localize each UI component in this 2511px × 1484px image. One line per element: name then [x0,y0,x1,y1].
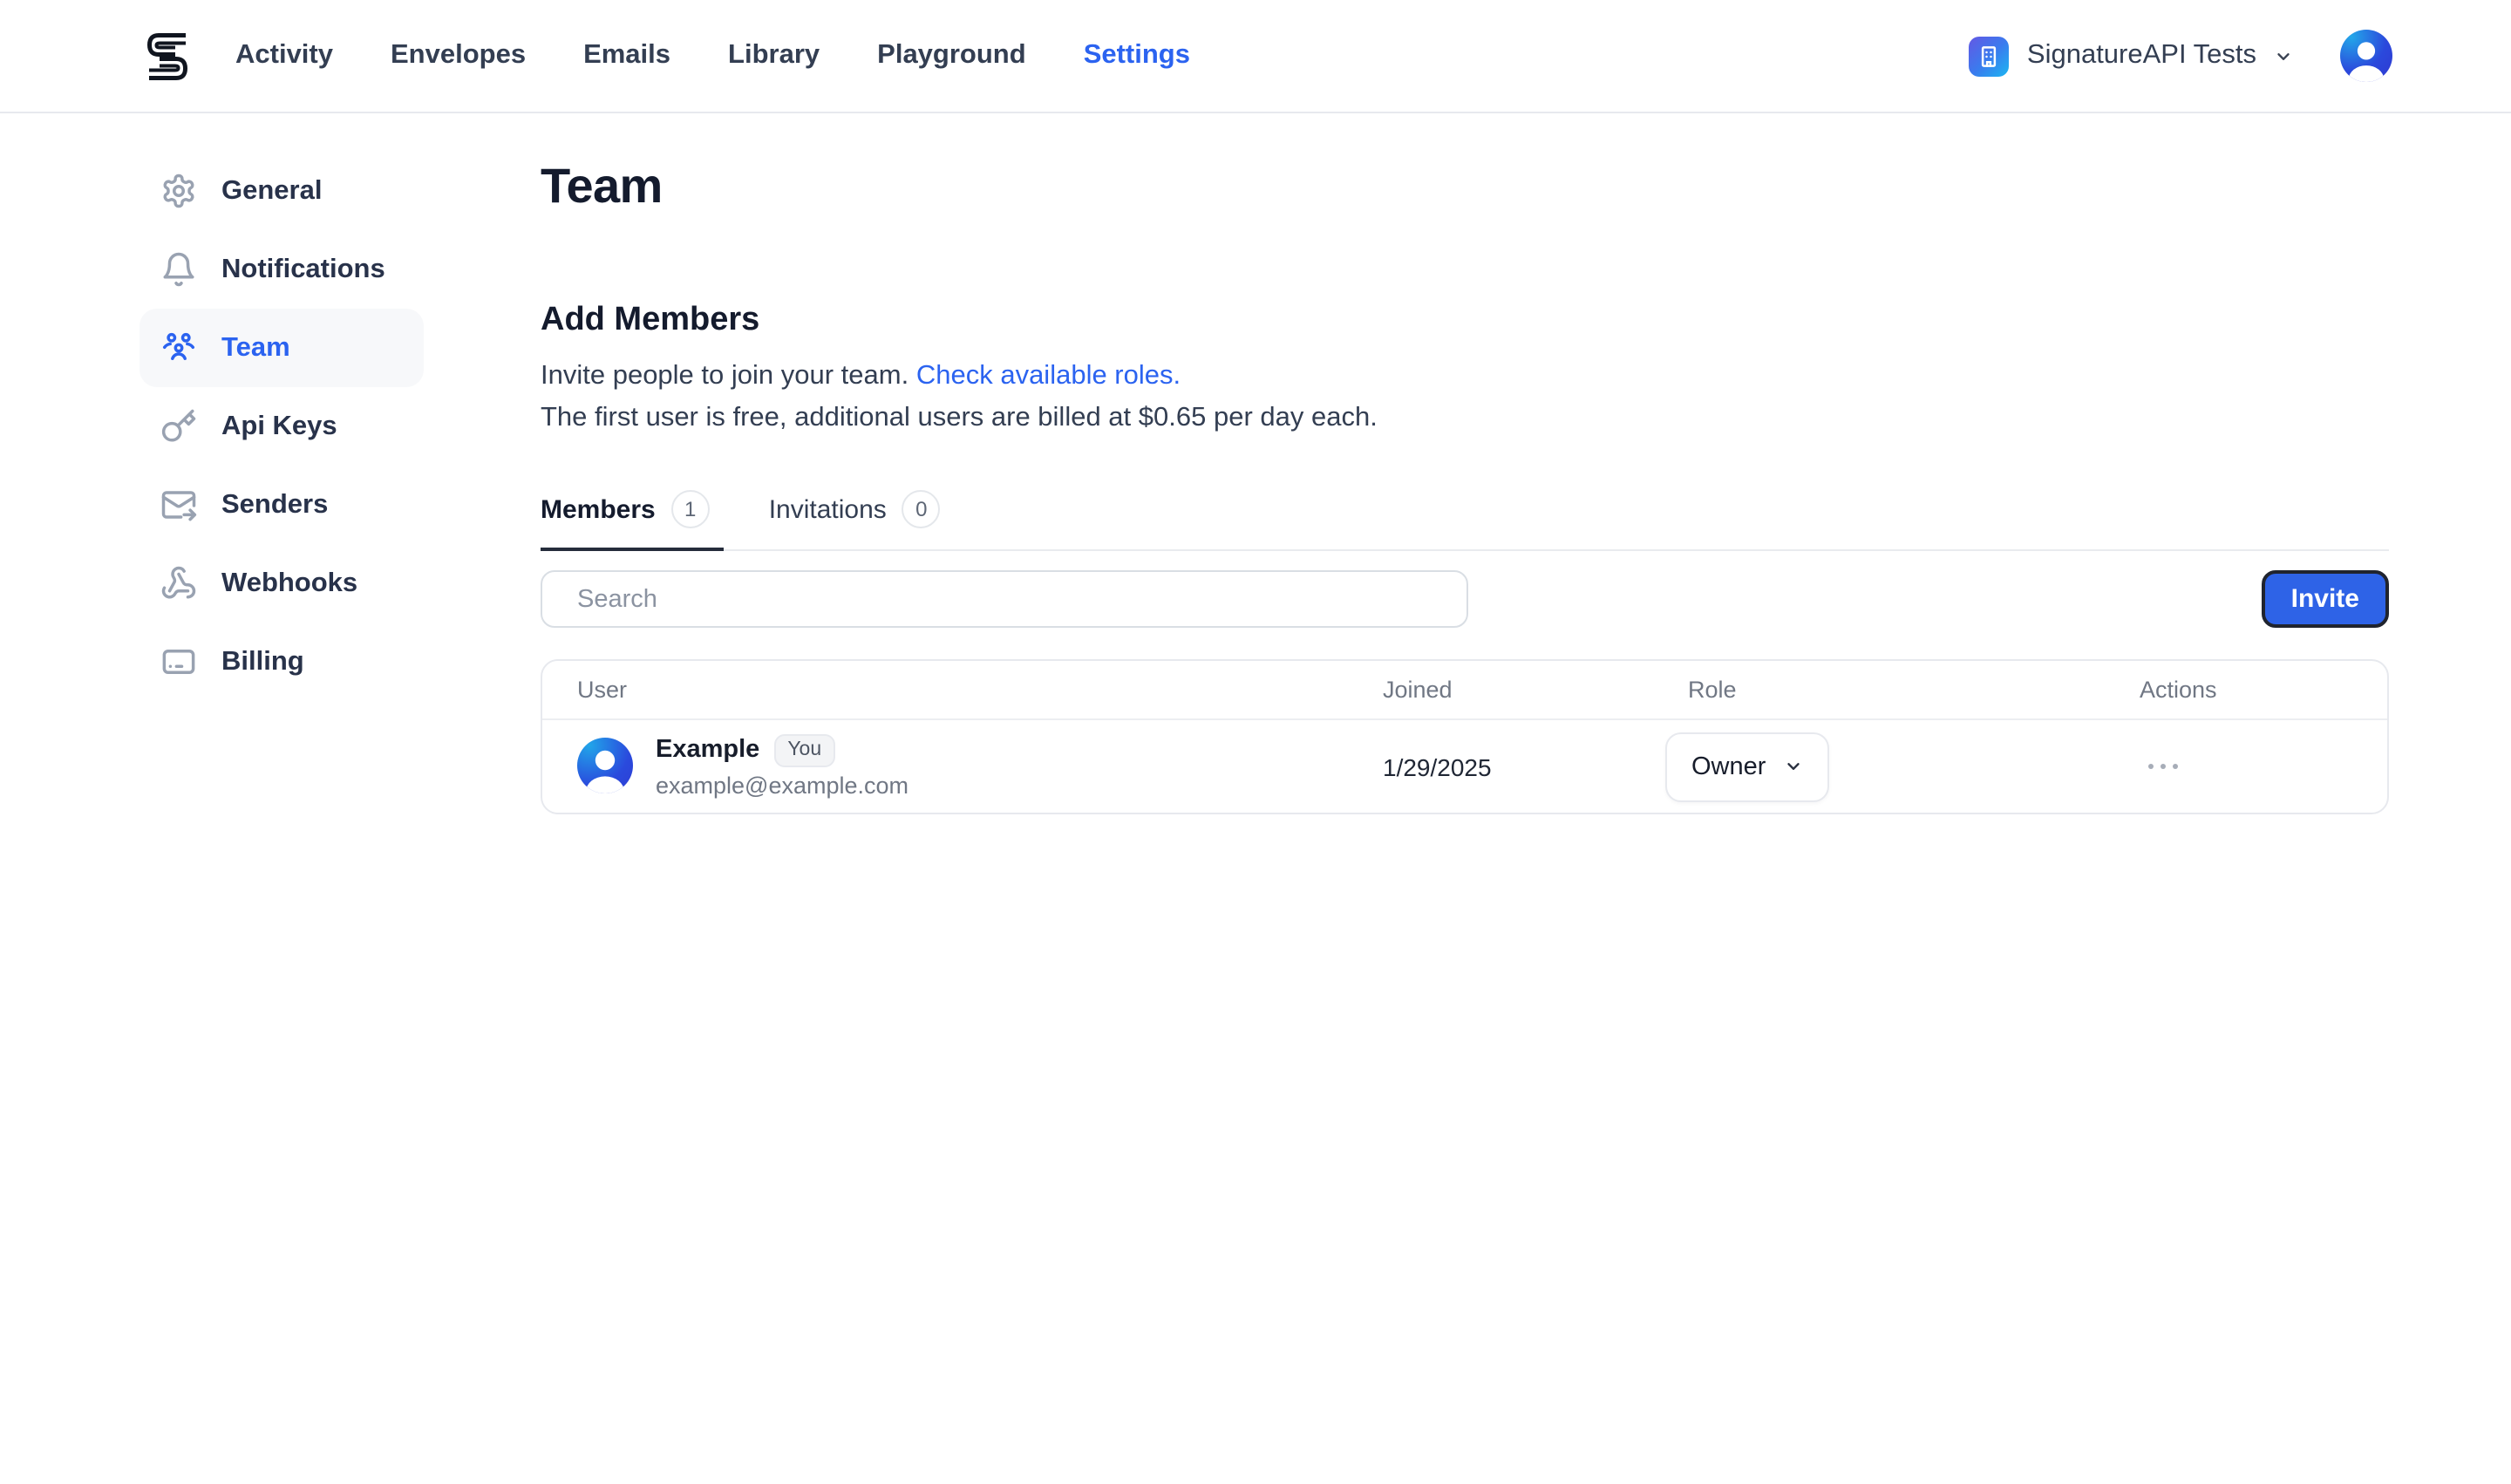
sidebar-item-webhooks[interactable]: Webhooks [140,544,424,623]
add-members-heading: Add Members [541,302,2389,340]
app-window: Activity Envelopes Emails Library Playgr… [0,0,2511,1484]
settings-sidebar: General Notifications Team Api Keys Send… [140,113,424,814]
users-icon [160,330,197,366]
sidebar-label: General [221,175,322,207]
mail-send-icon [160,487,197,523]
you-badge: You [773,733,835,768]
ellipsis-icon [2148,764,2154,769]
sidebar-label: Team [221,332,290,364]
sidebar-item-team[interactable]: Team [140,309,424,387]
member-avatar [577,739,633,794]
user-cell: Example You example@example.com [577,733,1383,800]
bell-icon [160,251,197,288]
row-actions-button[interactable] [2140,764,2387,769]
tab-invitations-label: Invitations [769,494,887,524]
nav-item-activity[interactable]: Activity [235,40,333,71]
tab-members-label: Members [541,494,656,524]
chevron-down-icon [1783,757,1802,776]
nav-item-emails[interactable]: Emails [583,40,670,71]
check-roles-link[interactable]: Check available roles. [916,361,1181,391]
chevron-down-icon [2274,46,2293,65]
gear-icon [160,173,197,209]
sidebar-label: Api Keys [221,411,337,442]
member-name-line: Example You [656,733,908,768]
top-navigation-bar: Activity Envelopes Emails Library Playgr… [0,0,2511,113]
role-cell: Owner [1688,732,2140,801]
sidebar-item-notifications[interactable]: Notifications [140,230,424,309]
sidebar-label: Billing [221,646,304,677]
table-row: Example You example@example.com 1/29/202… [542,720,2387,813]
tab-members[interactable]: Members 1 [541,490,724,549]
role-select[interactable]: Owner [1665,732,1828,801]
topbar-right: SignatureAPI Tests [1970,30,2392,82]
sidebar-item-api-keys[interactable]: Api Keys [140,387,424,466]
main-nav: Activity Envelopes Emails Library Playgr… [235,40,1190,71]
members-tabs: Members 1 Invitations 0 [541,490,2389,551]
page-content: General Notifications Team Api Keys Send… [0,113,2511,814]
member-email: example@example.com [656,773,908,800]
invite-intro-text: Invite people to join your team. [541,361,908,391]
sidebar-item-senders[interactable]: Senders [140,466,424,544]
nav-item-playground[interactable]: Playground [877,40,1026,71]
webhook-icon [160,565,197,602]
building-icon [1970,36,2010,76]
sidebar-label: Notifications [221,254,385,285]
sidebar-item-general[interactable]: General [140,152,424,230]
members-table-header: User Joined Role Actions [542,661,2387,720]
org-name: SignatureAPI Tests [2027,40,2256,71]
invite-intro-line: Invite people to join your team. Check a… [541,356,2389,398]
column-header-joined: Joined [1383,677,1688,703]
nav-item-envelopes[interactable]: Envelopes [391,40,526,71]
members-toolbar: Invite [541,570,2389,628]
tab-invitations-count-badge: 0 [902,490,941,528]
column-header-actions: Actions [2140,677,2387,703]
add-members-description: Invite people to join your team. Check a… [541,356,2389,439]
sidebar-label: Webhooks [221,568,357,599]
user-avatar[interactable] [2340,30,2392,82]
nav-item-library[interactable]: Library [728,40,820,71]
org-switcher[interactable]: SignatureAPI Tests [1970,36,2293,76]
column-header-user: User [577,677,1383,703]
page-title: Team [541,159,2389,214]
role-select-value: Owner [1691,752,1766,780]
key-icon [160,408,197,445]
tab-members-count-badge: 1 [671,490,710,528]
topbar-left: Activity Envelopes Emails Library Playgr… [146,31,1190,81]
member-identity: Example You example@example.com [656,733,908,800]
credit-card-icon [160,643,197,680]
pricing-note: The first user is free, additional users… [541,398,2389,439]
tab-invitations[interactable]: Invitations 0 [769,490,955,549]
invite-button[interactable]: Invite [2262,570,2389,628]
sidebar-item-billing[interactable]: Billing [140,623,424,701]
nav-item-settings[interactable]: Settings [1084,40,1190,71]
members-table: User Joined Role Actions Example You [541,659,2389,814]
sidebar-label: Senders [221,489,328,521]
member-name: Example [656,737,759,765]
signatureapi-logo-icon[interactable] [146,31,188,81]
search-input[interactable] [541,570,1468,628]
team-settings-main: Team Add Members Invite people to join y… [541,113,2389,814]
column-header-role: Role [1688,677,2140,703]
member-joined-date: 1/29/2025 [1383,752,1688,780]
